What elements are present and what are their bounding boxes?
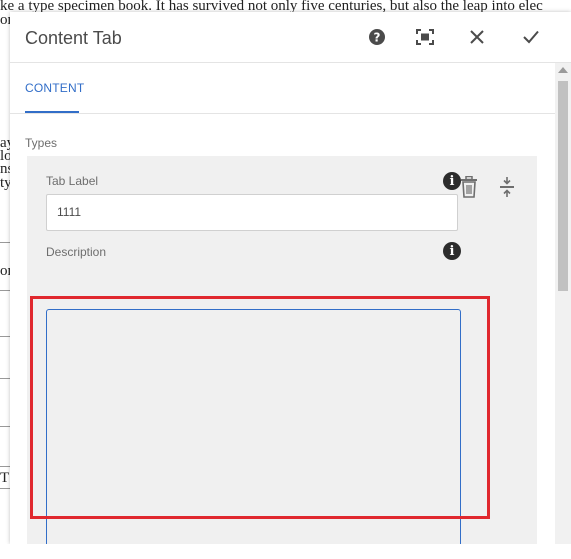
tab-label-input[interactable] — [46, 194, 458, 231]
description-textarea[interactable] — [46, 309, 461, 544]
fullscreen-icon — [416, 29, 434, 45]
close-button[interactable] — [466, 26, 488, 48]
tab-label-field-label: Tab Label — [46, 174, 99, 188]
close-icon — [470, 30, 484, 44]
description-field-label: Description — [46, 245, 107, 259]
fullscreen-button[interactable] — [414, 26, 436, 48]
tab-content[interactable]: CONTENT — [25, 81, 84, 95]
delete-item-button[interactable] — [459, 175, 479, 198]
content-tab-dialog: Content Tab ? CONTENT Types Tab Label i … — [10, 12, 571, 544]
drag-handle-icon — [500, 177, 514, 197]
page-bottom-bar — [0, 544, 571, 559]
dialog-title: Content Tab — [25, 28, 122, 48]
dialog-scrollbar[interactable] — [555, 63, 571, 544]
scrollbar-thumb[interactable] — [558, 81, 568, 291]
background-text-fragment: T — [0, 470, 10, 486]
svg-text:?: ? — [374, 31, 381, 45]
done-button[interactable] — [520, 26, 542, 48]
trash-icon — [461, 175, 477, 198]
dialog-header: Content Tab ? — [10, 12, 571, 63]
active-tab-indicator — [25, 111, 79, 113]
tab-list: CONTENT — [10, 63, 555, 114]
types-section-label: Types — [25, 136, 58, 150]
scroll-up-arrow-icon[interactable] — [558, 67, 568, 73]
help-button[interactable]: ? — [366, 26, 388, 48]
reorder-item-handle[interactable] — [497, 176, 517, 198]
help-icon: ? — [369, 29, 385, 45]
info-icon[interactable]: i — [443, 242, 461, 260]
checkmark-icon — [523, 30, 539, 44]
